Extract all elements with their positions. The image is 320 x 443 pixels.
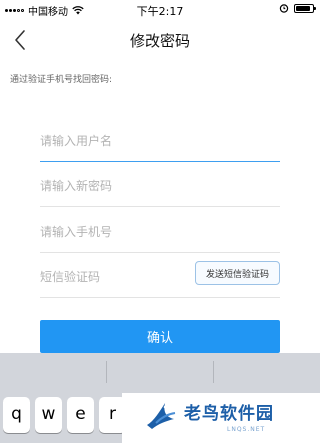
nav-bar: 修改密码 xyxy=(0,20,320,60)
suggestion-divider xyxy=(213,361,214,383)
key-w[interactable]: w xyxy=(35,397,62,433)
key-q[interactable]: q xyxy=(3,397,30,433)
sms-code-input[interactable] xyxy=(40,258,190,296)
suggestion-divider xyxy=(106,361,107,383)
alarm-icon xyxy=(279,4,289,13)
bird-logo-icon xyxy=(147,403,176,429)
status-right xyxy=(279,3,316,13)
battery-icon xyxy=(294,3,316,13)
battery-level xyxy=(296,5,310,11)
status-bar: 中国移动 下午2:17 xyxy=(0,0,320,20)
watermark: 老鸟软件园 LNQS.NET xyxy=(122,393,320,443)
sms-code-field: 发送短信验证码 xyxy=(40,258,280,298)
username-field xyxy=(40,122,280,162)
phone-input[interactable] xyxy=(40,213,280,251)
key-e[interactable]: e xyxy=(67,397,94,433)
send-code-button[interactable]: 发送短信验证码 xyxy=(195,261,280,285)
form-hint: 通过验证手机号找回密码: xyxy=(10,75,113,85)
new-password-field xyxy=(40,167,280,207)
clock: 下午2:17 xyxy=(136,5,184,18)
watermark-domain: LNQS.NET xyxy=(227,426,266,433)
page-title: 修改密码 xyxy=(129,32,190,50)
confirm-button[interactable]: 确认 xyxy=(40,320,280,353)
new-password-input[interactable] xyxy=(40,167,280,205)
watermark-name: 老鸟软件园 xyxy=(184,404,274,424)
keyboard-suggestion-bar[interactable] xyxy=(0,353,320,390)
username-input[interactable] xyxy=(40,122,280,160)
phone-field xyxy=(40,213,280,253)
